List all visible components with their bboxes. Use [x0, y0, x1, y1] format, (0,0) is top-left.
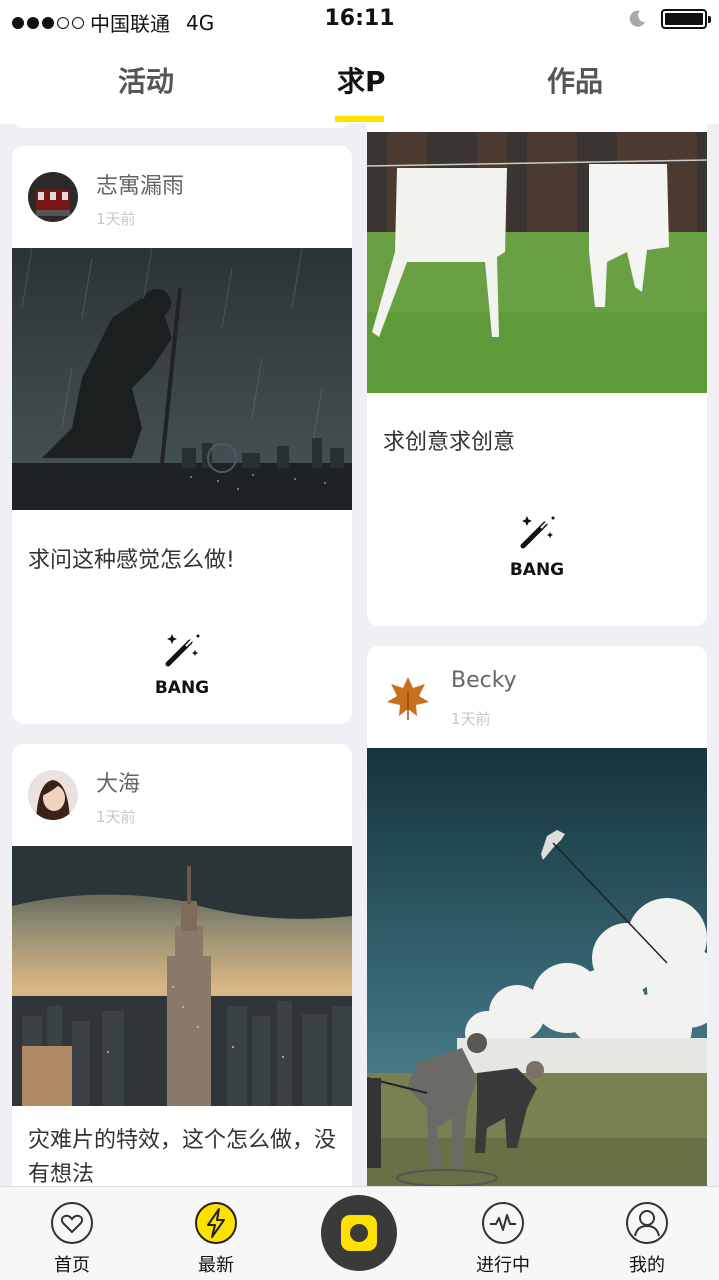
tab-mine-label: 我的: [629, 1255, 665, 1276]
username[interactable]: Becky: [451, 668, 517, 693]
magic-wand-icon: [165, 634, 200, 667]
avatar[interactable]: [383, 672, 433, 722]
username[interactable]: 大海: [96, 766, 140, 798]
post-time: 1天前: [96, 210, 136, 228]
post-card[interactable]: Becky 1天前: [367, 646, 707, 1186]
bottom-tabbar: 首页 最新 进行中 我的: [0, 1186, 719, 1280]
tab-works[interactable]: 作品: [547, 60, 603, 100]
bang-label: BANG: [154, 678, 210, 698]
bang-button[interactable]: BANG: [367, 512, 707, 580]
tab-latest[interactable]: 最新: [176, 1201, 256, 1277]
post-caption[interactable]: 求创意求创意: [383, 426, 693, 460]
feed-card-partial: [12, 124, 352, 128]
top-nav: 活动 求P 作品: [0, 40, 719, 124]
status-bar: 中国联通 4G 16:11: [0, 0, 719, 40]
active-tab-indicator: [335, 116, 384, 122]
camera-button[interactable]: [321, 1195, 397, 1271]
camera-icon: [341, 1215, 377, 1251]
feed-list[interactable]: 志寓漏雨 1天前 求问这种感觉怎么做! BANG 求创意求创意 BANG 大海 …: [0, 124, 719, 1186]
post-card[interactable]: 志寓漏雨 1天前 求问这种感觉怎么做! BANG: [12, 146, 352, 724]
bang-label: BANG: [509, 560, 565, 580]
avatar[interactable]: [28, 770, 78, 820]
status-time: 16:11: [324, 6, 395, 31]
post-image[interactable]: [367, 748, 707, 1186]
person-icon: [626, 1202, 668, 1244]
magic-wand-icon: [520, 516, 555, 549]
heart-icon: [51, 1202, 93, 1244]
post-time: 1天前: [96, 808, 136, 826]
tab-in-progress[interactable]: 进行中: [463, 1201, 543, 1277]
post-image[interactable]: [12, 248, 352, 510]
post-caption[interactable]: 求问这种感觉怎么做!: [28, 544, 338, 578]
lightning-icon: [195, 1202, 237, 1244]
bang-button[interactable]: BANG: [12, 630, 352, 698]
avatar[interactable]: [28, 172, 78, 222]
post-image[interactable]: [12, 846, 352, 1106]
tab-home[interactable]: 首页: [32, 1201, 112, 1277]
tab-activity[interactable]: 活动: [118, 60, 174, 100]
tab-mine[interactable]: 我的: [607, 1201, 687, 1277]
username[interactable]: 志寓漏雨: [96, 168, 184, 200]
tab-in-progress-label: 进行中: [476, 1255, 530, 1276]
battery-icon: [661, 9, 711, 29]
post-time: 1天前: [451, 710, 491, 728]
post-caption[interactable]: 灾难片的特效，这个怎么做，没有想法: [28, 1124, 338, 1186]
moon-icon: [629, 10, 645, 27]
tab-request-p[interactable]: 求P: [337, 60, 386, 100]
tab-latest-label: 最新: [198, 1255, 234, 1276]
pulse-icon: [482, 1202, 524, 1244]
tab-home-label: 首页: [54, 1255, 90, 1276]
post-card[interactable]: 大海 1天前 灾难片的特效，这个怎么做，没有想法: [12, 744, 352, 1186]
post-image[interactable]: [367, 132, 707, 393]
post-card[interactable]: 求创意求创意 BANG: [367, 124, 707, 626]
